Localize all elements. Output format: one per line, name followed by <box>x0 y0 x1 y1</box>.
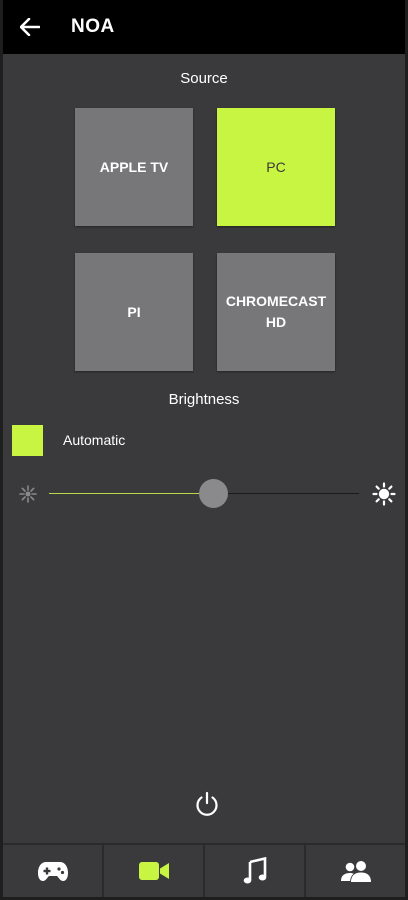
source-tile-label: APPLE TV <box>99 158 169 175</box>
source-tile-chromecast-hd[interactable]: CHROMECAST HD <box>217 253 335 371</box>
automatic-checkbox[interactable] <box>12 424 43 456</box>
back-button[interactable] <box>3 0 57 54</box>
brightness-slider-row <box>15 478 399 510</box>
nav-item-video[interactable] <box>104 845 205 897</box>
arrow-left-icon <box>20 18 40 36</box>
source-tile-pi[interactable]: PI <box>75 253 193 371</box>
source-tile-label: PC <box>266 158 286 175</box>
source-tile-label: CHROMECAST HD <box>225 293 327 330</box>
nav-item-users[interactable] <box>306 845 405 897</box>
video-camera-icon <box>138 862 169 880</box>
gamepad-icon <box>37 862 68 881</box>
power-icon <box>196 791 218 816</box>
app-screen: NOA Source APPLE TV PC PI CHROMECAST HD … <box>0 0 408 900</box>
source-tile-pc[interactable]: PC <box>217 108 335 226</box>
source-tile-apple-tv[interactable]: APPLE TV <box>75 108 193 226</box>
header-bar: NOA <box>3 0 405 54</box>
brightness-slider-thumb[interactable] <box>198 479 228 508</box>
source-tile-label: PI <box>127 303 141 320</box>
brightness-high-icon <box>372 482 396 506</box>
automatic-label: Automatic <box>63 432 126 448</box>
brightness-slider-fill <box>49 493 214 494</box>
bottom-nav <box>3 843 405 897</box>
page-title: NOA <box>71 16 115 37</box>
source-title: Source <box>180 70 228 87</box>
power-button[interactable] <box>192 789 222 819</box>
nav-item-games[interactable] <box>3 845 104 897</box>
nav-item-music[interactable] <box>205 845 306 897</box>
music-note-icon <box>243 857 266 884</box>
brightness-title: Brightness <box>168 391 240 408</box>
automatic-row: Automatic <box>12 424 125 456</box>
brightness-low-icon <box>19 485 37 503</box>
users-icon <box>340 861 371 882</box>
